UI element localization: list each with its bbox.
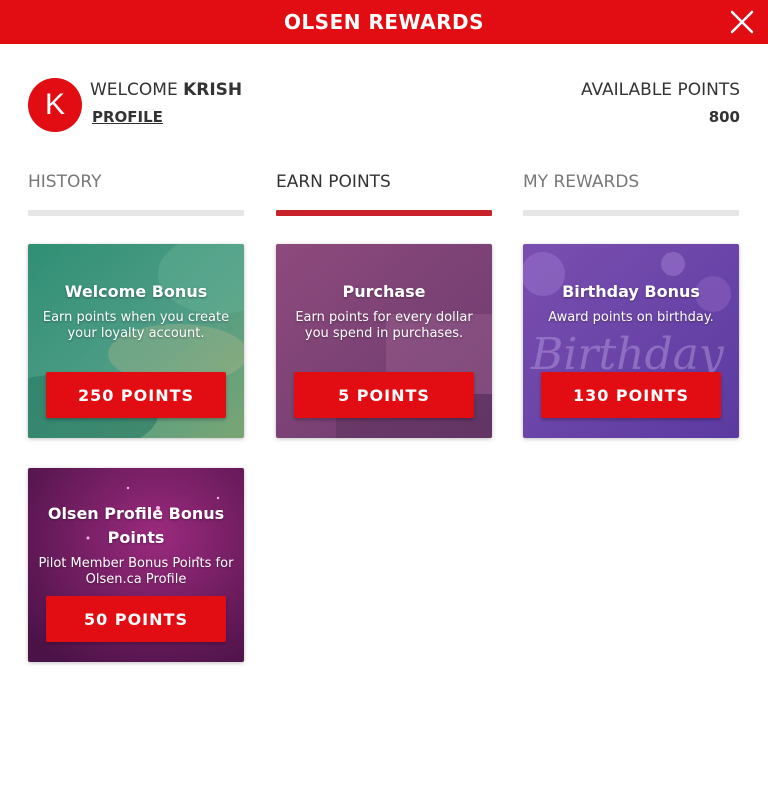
tab-my-rewards-label: MY REWARDS xyxy=(523,172,640,192)
card-description: Pilot Member Bonus Points for Olsen.ca P… xyxy=(38,556,234,587)
tab-history[interactable]: HISTORY xyxy=(28,172,244,216)
profile-link[interactable]: PROFILE xyxy=(92,108,163,126)
card-description: Award points on birthday. xyxy=(548,310,714,325)
tab-history-label: HISTORY xyxy=(28,172,102,192)
available-points-value: 800 xyxy=(708,108,740,126)
welcome-text: WELCOME KRISH xyxy=(90,80,242,100)
tab-history-indicator xyxy=(28,210,244,216)
reward-card-purchase: Purchase Earn points for every dollar yo… xyxy=(276,244,492,438)
close-icon xyxy=(730,10,754,34)
tab-my-rewards-indicator xyxy=(523,210,739,216)
user-name: KRISH xyxy=(183,80,243,100)
card-title: Purchase xyxy=(342,282,426,301)
close-button[interactable] xyxy=(728,8,756,36)
card-title: Welcome Bonus xyxy=(64,282,208,301)
header-title: OLSEN REWARDS xyxy=(283,10,485,34)
avatar: K xyxy=(28,78,82,132)
reward-card-birthday-bonus: Birthday Birthday Bonus Award points on … xyxy=(523,244,739,438)
welcome-prefix: WELCOME xyxy=(90,80,178,100)
reward-card-welcome-bonus: Welcome Bonus Earn points when you creat… xyxy=(28,244,244,438)
tab-earn-points-indicator xyxy=(276,210,492,216)
available-points-label: AVAILABLE POINTS xyxy=(580,80,740,100)
reward-card-profile-bonus: Olsen Profile Bonus Points Pilot Member … xyxy=(28,468,244,662)
card-title: Birthday Bonus xyxy=(562,282,700,301)
card-description: Earn points when you create your loyalty… xyxy=(42,310,230,341)
birthday-bonus-points-button[interactable]: 130 POINTS xyxy=(541,372,721,418)
card-description: Earn points for every dollar you spend i… xyxy=(295,310,473,341)
tab-earn-points[interactable]: EARN POINTS xyxy=(276,172,492,216)
avatar-initial: K xyxy=(44,88,65,121)
card-title: Olsen Profile Bonus Points xyxy=(47,504,225,547)
welcome-bonus-points-button[interactable]: 250 POINTS xyxy=(46,372,226,418)
tab-my-rewards[interactable]: MY REWARDS xyxy=(523,172,739,216)
purchase-points-button[interactable]: 5 POINTS xyxy=(294,372,474,418)
app-header: OLSEN REWARDS xyxy=(0,0,768,44)
profile-bonus-points-button[interactable]: 50 POINTS xyxy=(46,596,226,642)
tab-earn-points-label: EARN POINTS xyxy=(276,172,391,192)
